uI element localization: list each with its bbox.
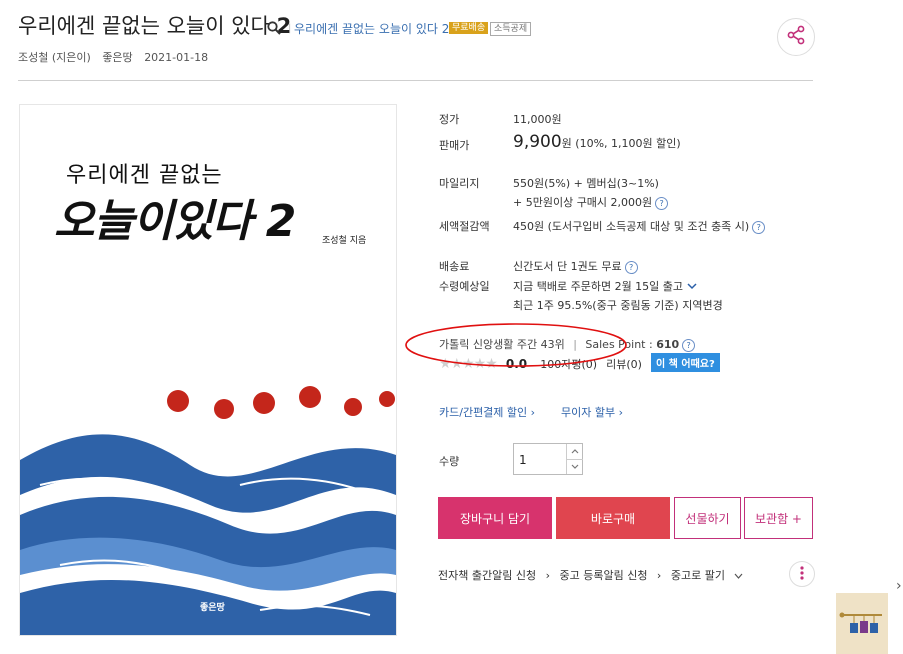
receive-date-text: 지금 택배로 주문하면 2월 15일 출고 [513,280,684,293]
tax-saving-label: 세액절감액 [439,220,490,233]
used-sell-link[interactable]: 중고로 팔기 [671,569,744,582]
ebook-alert-link[interactable]: 전자책 출간알림 신청 › [438,569,550,582]
mileage-line1: 550원(5%) + 멤버십(3~1%) [513,177,659,190]
card-discount-text: 카드/간편결제 할인 [439,406,528,419]
wishlist-button[interactable]: 보관함 + [744,497,813,539]
question-icon[interactable]: ? [752,220,766,234]
question-icon[interactable]: ? [682,338,696,352]
share-button[interactable] [777,18,815,56]
shipping-text: 신간도서 단 1권도 무료 [513,260,622,273]
cover-title-line2: 오늘이있다 2 [54,196,296,247]
quantity-down-button[interactable] [566,459,583,474]
receive-date-line2[interactable]: 최근 1주 95.5%(중구 중림동 기준) 지역변경 [513,297,723,313]
header-divider [18,80,813,81]
thumbnail-image [839,612,882,633]
more-icon [800,565,804,584]
question-icon[interactable]: ? [655,196,669,210]
tax-deduction-badge: 소득공제 [490,22,532,36]
next-arrow-icon[interactable]: › [896,578,902,594]
mileage-label: 마일리지 [439,177,480,190]
ebook-alert-text: 전자책 출간알림 신청 [438,569,537,582]
chevron-up-icon [571,449,579,454]
free-shipping-badge: 무료배송 [449,22,489,34]
sale-price-note: (10%, 1,100원 할인) [575,137,681,150]
mileage-line2-text: + 5만원이상 구매시 2,000원 [513,196,653,209]
mileage-line2: + 5만원이상 구매시 2,000원? [513,194,669,210]
search-icon[interactable] [267,20,281,39]
publisher-link[interactable]: 좋은땅 [102,51,132,64]
book-meta: 조성철 (지은이) 좋은땅 2021-01-18 [18,49,216,65]
sale-price-unit: 원 [561,137,572,150]
author-link[interactable]: 조성철 (지은이) [18,51,91,64]
ad-thumbnail[interactable] [836,593,888,654]
publish-date: 2021-01-18 [144,51,209,64]
question-icon[interactable]: ? [624,260,638,274]
used-sell-text: 중고로 팔기 [670,569,725,582]
list-price: 11,000원 [513,113,562,126]
buy-now-button[interactable]: 바로구매 [556,497,670,539]
more-options-button[interactable] [789,561,815,587]
chevron-right-icon: › [618,406,624,419]
shipping-label: 배송료 [439,260,470,273]
gift-button[interactable]: 선물하기 [674,497,741,539]
receive-date-label: 수령예상일 [439,280,490,293]
installment-text: 무이자 할부 [561,406,616,419]
quantity-up-button[interactable] [566,444,583,460]
installment-link[interactable]: 무이자 할부 › [561,404,623,420]
sales-point-value: 610 [656,338,680,351]
quantity-label: 수량 [439,455,460,468]
sale-price: 9,900원 (10%, 1,100원 할인) [513,132,681,152]
title-separator: | [288,23,292,34]
annotation-ellipse [405,323,627,367]
tax-saving: 450원 (도서구입비 소득공제 대상 및 조건 충족 시)? [513,218,766,234]
chevron-down-icon[interactable] [687,280,697,293]
sale-price-number: 9,900 [513,132,562,152]
cover-author: 조성철 지음 [322,236,367,246]
used-alert-text: 중고 등록알림 신청 [559,569,648,582]
sale-price-label: 판매가 [439,139,470,152]
chevron-down-icon [571,464,579,469]
cover-publisher: 좋은땅 [200,603,225,613]
chevron-down-icon [735,573,743,579]
book-cover[interactable]: 우리에겐 끝없는 오늘이있다 2 조성철 지음 좋은땅 [19,104,397,636]
series-link[interactable]: 우리에겐 끝없는 오늘이 있다 2 [294,20,449,37]
title-text: 우리에겐 끝없는 오늘이 있다 [18,14,270,38]
list-price-label: 정가 [439,113,460,126]
shipping-value: 신간도서 단 1권도 무료? [513,258,638,274]
bottom-links: 전자책 출간알림 신청 › 중고 등록알림 신청 › 중고로 팔기 [438,567,749,583]
quantity-input[interactable]: 1 [519,453,527,467]
chevron-right-icon: › [530,406,536,419]
ask-book-button[interactable]: 이 책 어때요? [651,353,720,372]
share-icon [786,25,806,49]
tax-saving-text: 450원 (도서구입비 소득공제 대상 및 조건 충족 시) [513,220,750,233]
add-to-cart-button[interactable]: 장바구니 담기 [438,497,552,539]
receive-date-line1: 지금 택배로 주문하면 2월 15일 출고 [513,278,697,294]
page-title: 우리에겐 끝없는 오늘이 있다 2 [18,10,291,40]
card-discount-link[interactable]: 카드/간편결제 할인 › [439,404,535,420]
cover-illustration [20,386,396,635]
used-alert-link[interactable]: 중고 등록알림 신청 › [559,569,661,582]
